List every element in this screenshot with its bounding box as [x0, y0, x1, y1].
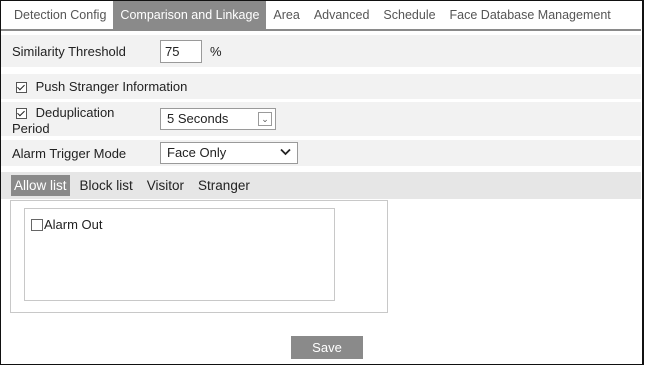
tab-comparison-and-linkage[interactable]: Comparison and Linkage	[113, 1, 267, 29]
similarity-threshold-input[interactable]	[160, 40, 202, 63]
deduplication-label-line1: Deduplication	[35, 105, 115, 120]
deduplication-period-value: 5 Seconds	[167, 111, 229, 126]
deduplication-checkbox[interactable]	[16, 108, 27, 120]
chevron-down-icon	[280, 145, 291, 159]
save-button[interactable]: Save	[291, 336, 363, 359]
push-stranger-checkbox[interactable]	[16, 82, 27, 94]
push-stranger-option: Push Stranger Information	[16, 79, 187, 94]
similarity-label: Similarity Threshold	[12, 44, 126, 59]
tab-schedule[interactable]: Schedule	[376, 1, 442, 29]
alarm-out-label: Alarm Out	[44, 217, 103, 232]
alarm-trigger-label: Alarm Trigger Mode	[12, 146, 127, 161]
chevron-down-icon: ⌄	[258, 112, 272, 126]
linkage-panel: Alarm Out	[10, 200, 388, 313]
subtab-allow-list[interactable]: Allow list	[11, 175, 70, 196]
deduplication-row: Deduplication Period 5 Seconds ⌄	[1, 102, 641, 136]
similarity-row: Similarity Threshold %	[1, 35, 641, 67]
subtab-visitor[interactable]: Visitor	[143, 175, 188, 196]
push-stranger-row: Push Stranger Information	[1, 74, 641, 99]
deduplication-period-select[interactable]: 5 Seconds ⌄	[160, 108, 276, 130]
alarm-out-checkbox[interactable]	[31, 218, 43, 231]
alarm-trigger-mode-select[interactable]: Face Only	[160, 142, 298, 164]
tab-face-database-management[interactable]: Face Database Management	[443, 1, 618, 29]
tab-advanced[interactable]: Advanced	[307, 1, 377, 29]
deduplication-label-line2: Period	[12, 121, 50, 136]
alarm-trigger-row: Alarm Trigger Mode Face Only	[1, 140, 641, 166]
linkage-options-box: Alarm Out	[24, 208, 335, 301]
tab-area[interactable]: Area	[266, 1, 306, 29]
subtab-block-list[interactable]: Block list	[76, 175, 137, 196]
tab-detection-config[interactable]: Detection Config	[1, 1, 113, 29]
list-type-tab-bar: Allow list Block list Visitor Stranger	[1, 172, 641, 199]
push-stranger-label: Push Stranger Information	[35, 79, 188, 94]
main-tab-bar: Detection Config Comparison and Linkage …	[1, 1, 641, 31]
deduplication-option: Deduplication	[16, 105, 114, 120]
alarm-out-option: Alarm Out	[31, 217, 103, 232]
similarity-unit: %	[210, 44, 222, 59]
alarm-trigger-mode-value: Face Only	[167, 145, 227, 160]
subtab-stranger[interactable]: Stranger	[194, 175, 254, 196]
